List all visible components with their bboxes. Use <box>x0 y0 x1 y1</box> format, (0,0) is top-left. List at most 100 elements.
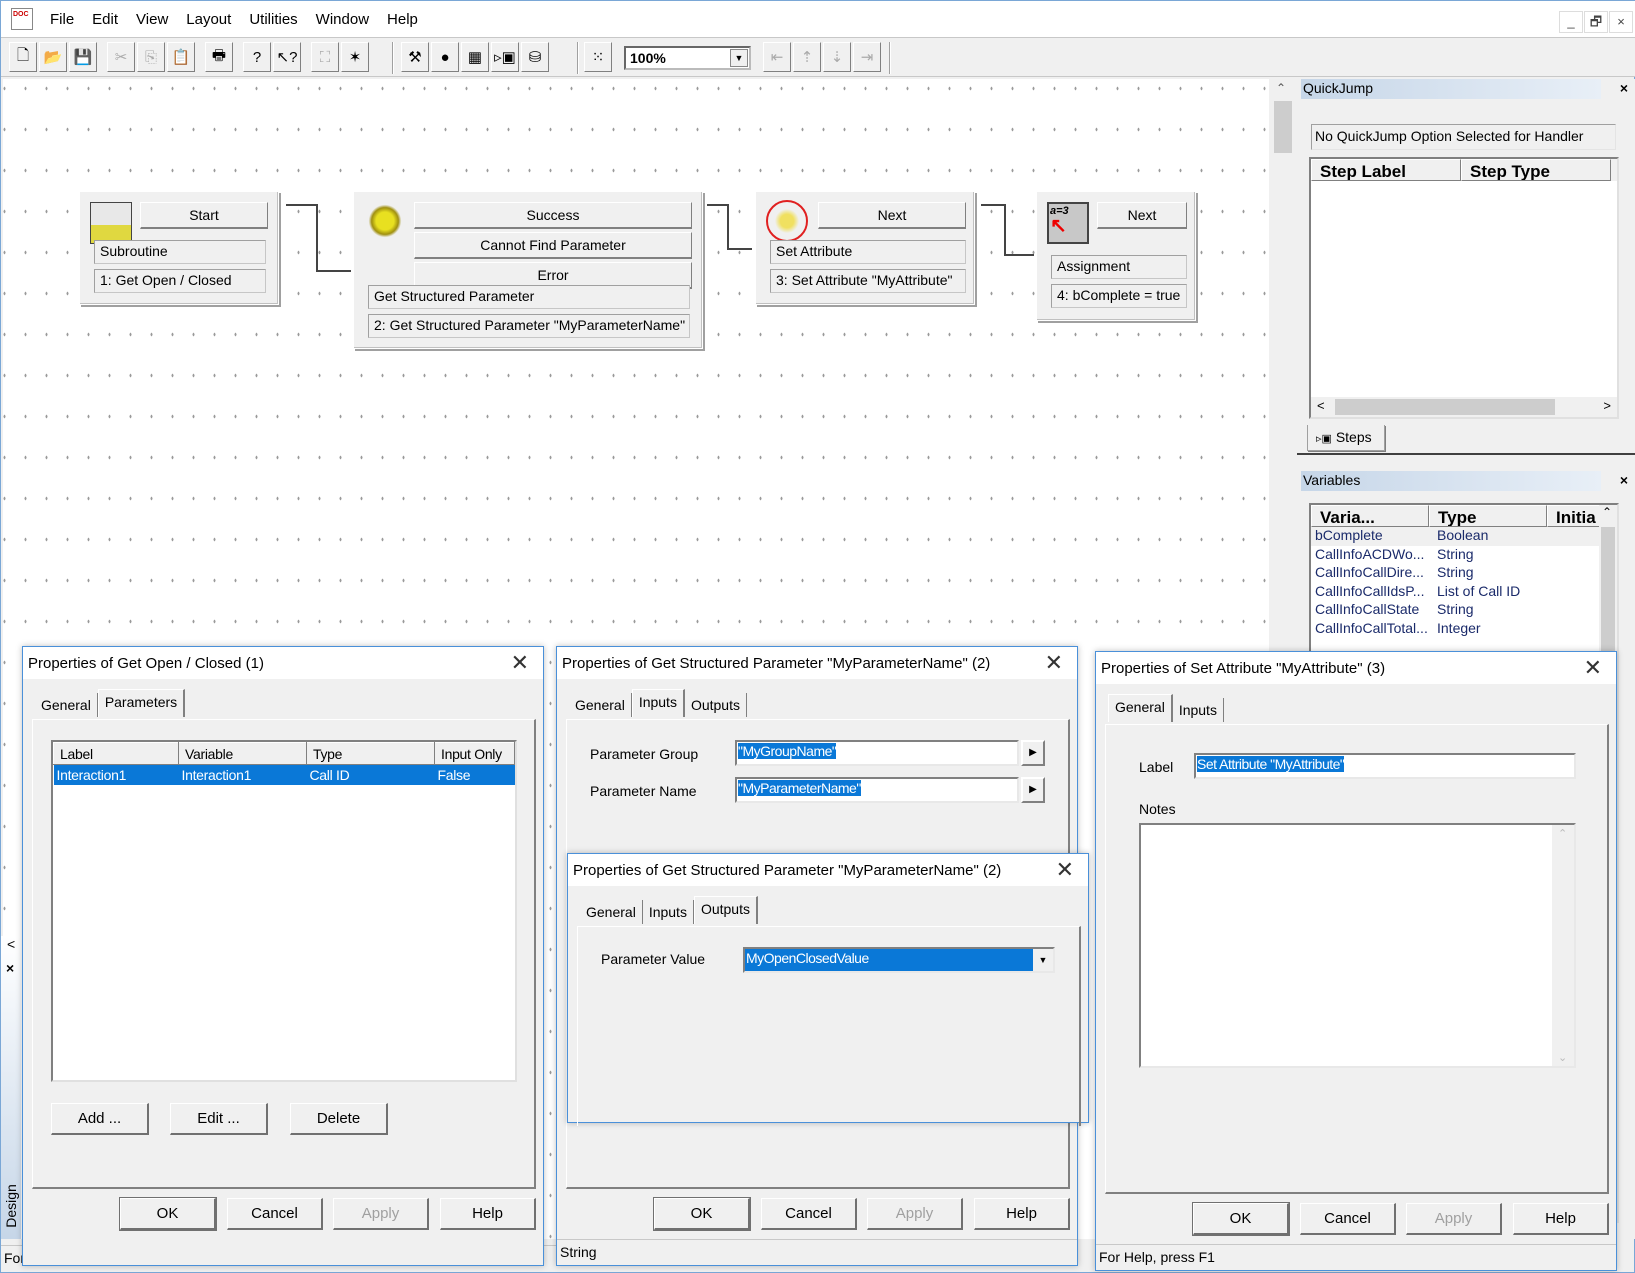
help-icon[interactable]: ? <box>243 42 271 72</box>
delete-button[interactable]: Delete <box>290 1103 388 1135</box>
parameter-name-input[interactable]: "MyParameterName" <box>735 777 1019 803</box>
variable-row[interactable]: CallInfoCallState String <box>1311 601 1617 620</box>
parameter-row[interactable]: Interaction1 Interaction1 Call ID False <box>53 764 515 785</box>
close-icon[interactable]: ✕ <box>1045 650 1063 676</box>
ok-button[interactable]: OK <box>119 1197 217 1231</box>
vertical-scrollbar[interactable]: ⌃ ⌄ <box>1552 825 1574 1066</box>
close-icon[interactable]: × <box>6 960 14 976</box>
exit-button-cannot-find-parameter[interactable]: Cannot Find Parameter <box>414 232 692 259</box>
variable-row[interactable]: CallInfoCallTotal... Integer <box>1311 620 1617 639</box>
quickjump-steps-list[interactable]: Step Label Step Type < > <box>1309 157 1619 419</box>
tab-parameters[interactable]: Parameters <box>97 689 186 717</box>
variable-row[interactable]: CallInfoACDWo... String <box>1311 546 1617 565</box>
scroll-up-icon[interactable]: ⌃ <box>1276 81 1286 95</box>
exit-button-success[interactable]: Success <box>414 202 692 229</box>
context-help-icon[interactable]: ↖? <box>273 42 301 72</box>
scroll-thumb[interactable] <box>1274 101 1292 153</box>
parameters-table[interactable]: Label Variable Type Input Only Interacti… <box>51 740 517 1082</box>
chevron-down-icon[interactable]: ▼ <box>1033 949 1053 971</box>
save-icon[interactable]: 💾 <box>69 42 97 72</box>
parameter-value-select[interactable]: MyOpenClosedValue ▼ <box>743 947 1055 973</box>
menu-view[interactable]: View <box>127 11 177 28</box>
variable-row[interactable]: CallInfoCallDire... String <box>1311 564 1617 583</box>
print-icon[interactable]: 🖶 <box>205 42 233 72</box>
tab-inputs[interactable]: Inputs <box>642 900 694 924</box>
tab-general[interactable]: General <box>35 693 98 717</box>
menu-help[interactable]: Help <box>378 11 427 28</box>
exit-button-next[interactable]: Next <box>818 202 966 229</box>
cancel-button[interactable]: Cancel <box>227 1198 323 1230</box>
exit-button-start[interactable]: Start <box>140 202 268 229</box>
column-variable[interactable]: Variable <box>178 742 307 765</box>
scroll-thumb[interactable] <box>1335 399 1555 415</box>
close-icon[interactable]: × <box>1620 472 1628 488</box>
close-icon[interactable]: ✕ <box>1056 857 1074 883</box>
align-top-icon[interactable]: ⇡ <box>793 42 821 72</box>
copy-icon[interactable]: ⎘ <box>137 42 165 72</box>
apply-button[interactable]: Apply <box>867 1198 963 1230</box>
design-tab-label[interactable]: Design <box>3 1184 19 1228</box>
map-icon[interactable]: ⛶ <box>311 42 339 72</box>
step-node-4[interactable]: a=3 ↖ Next Assignment 4: bComplete = true <box>1036 191 1196 321</box>
align-bottom-icon[interactable]: ⇣ <box>823 42 851 72</box>
align-left-icon[interactable]: ⇤ <box>763 42 791 72</box>
menu-utilities[interactable]: Utilities <box>240 11 306 28</box>
notes-textarea[interactable]: ⌃ ⌄ <box>1139 823 1576 1068</box>
help-button[interactable]: Help <box>1513 1203 1609 1235</box>
horizontal-scrollbar[interactable]: < > <box>1311 397 1617 417</box>
tab-steps[interactable]: ▹▣ Steps <box>1307 425 1385 451</box>
menu-window[interactable]: Window <box>307 11 378 28</box>
parameter-group-input[interactable]: "MyGroupName" <box>735 740 1019 766</box>
scroll-left-icon[interactable]: < <box>1317 398 1325 413</box>
restore-button[interactable]: 🗗 <box>1584 11 1608 33</box>
network-icon[interactable]: ⛁ <box>521 42 549 72</box>
steps-panel-icon[interactable]: ▹▣ <box>491 42 519 72</box>
scroll-left-icon[interactable]: < <box>7 936 15 952</box>
menu-edit[interactable]: Edit <box>83 11 127 28</box>
apply-button[interactable]: Apply <box>333 1198 429 1230</box>
scroll-right-icon[interactable]: > <box>1603 398 1611 413</box>
tab-general[interactable]: General <box>569 693 632 717</box>
cancel-button[interactable]: Cancel <box>761 1198 857 1230</box>
column-type[interactable]: Type <box>306 742 435 765</box>
ok-button[interactable]: OK <box>1192 1202 1290 1236</box>
ok-button[interactable]: OK <box>653 1197 751 1231</box>
debug-icon[interactable]: ✶ <box>341 42 369 72</box>
paste-icon[interactable]: 📋 <box>167 42 195 72</box>
column-type[interactable]: Type <box>1429 505 1547 527</box>
column-step-label[interactable]: Step Label <box>1311 159 1461 181</box>
step-node-1[interactable]: Start Subroutine 1: Get Open / Closed <box>79 191 279 305</box>
zoom-level-select[interactable]: 100% ▼ <box>624 46 751 70</box>
minimize-button[interactable]: _ <box>1559 11 1583 33</box>
tab-inputs[interactable]: Inputs <box>1172 698 1224 722</box>
column-label[interactable]: Label <box>53 742 179 765</box>
cut-icon[interactable]: ✂ <box>107 42 135 72</box>
label-input[interactable]: Set Attribute "MyAttribute" <box>1194 753 1576 779</box>
cancel-button[interactable]: Cancel <box>1300 1203 1396 1235</box>
menu-layout[interactable]: Layout <box>177 11 240 28</box>
column-input-only[interactable]: Input Only <box>434 742 515 765</box>
tools-icon[interactable]: ⚒ <box>401 42 429 72</box>
close-icon[interactable]: × <box>1620 80 1628 96</box>
step-node-2[interactable]: Success Cannot Find Parameter Error Get … <box>353 191 703 349</box>
open-folder-icon[interactable]: 📂 <box>39 42 67 72</box>
tab-general[interactable]: General <box>580 900 643 924</box>
calculator-icon[interactable]: ▦ <box>461 42 489 72</box>
close-window-button[interactable]: × <box>1609 11 1633 33</box>
step-node-3[interactable]: Next Set Attribute 3: Set Attribute "MyA… <box>755 191 975 305</box>
help-button[interactable]: Help <box>974 1198 1070 1230</box>
help-button[interactable]: Help <box>440 1198 536 1230</box>
tab-outputs[interactable]: Outputs <box>684 693 747 717</box>
add-button[interactable]: Add ... <box>51 1103 149 1135</box>
tab-general[interactable]: General <box>1108 694 1173 722</box>
close-icon[interactable]: ✕ <box>511 650 529 676</box>
expression-arrow-button[interactable]: ▶ <box>1021 777 1045 803</box>
expression-arrow-button[interactable]: ▶ <box>1021 740 1045 766</box>
scroll-down-icon[interactable]: ⌄ <box>1558 1051 1567 1064</box>
scroll-up-icon[interactable]: ⌃ <box>1558 827 1567 840</box>
grid-icon[interactable]: ⁙ <box>584 42 612 72</box>
tab-outputs[interactable]: Outputs <box>693 896 758 924</box>
column-step-type[interactable]: Step Type <box>1461 159 1611 181</box>
new-icon[interactable]: 🗋 <box>9 42 37 72</box>
edit-button[interactable]: Edit ... <box>170 1103 268 1135</box>
